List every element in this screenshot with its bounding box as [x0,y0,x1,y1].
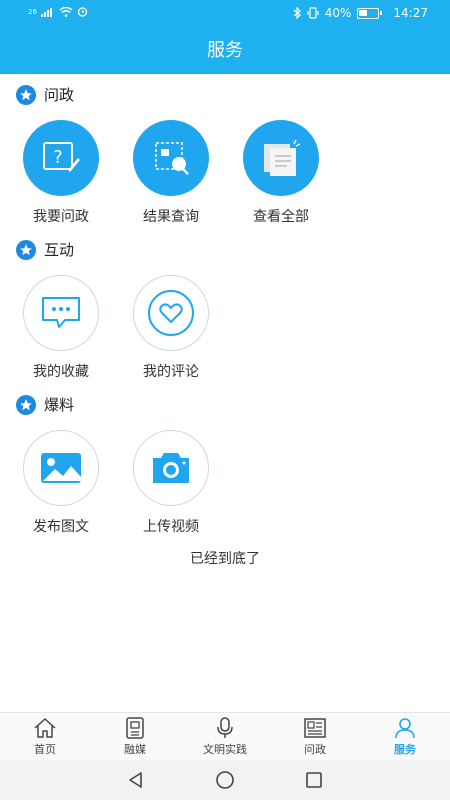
status-right: 40% 14:27 [293,6,428,20]
signal-icon [40,7,52,17]
section-header-baoliao: 爆料 [16,394,74,415]
tab-label: 文明实践 [203,742,247,756]
media-icon [126,716,144,739]
view-all-tile[interactable]: 查看全部 [241,120,321,226]
bluetooth-icon [293,7,301,19]
network-label: 26 [28,7,37,16]
section-header-hudong: 互动 [16,239,74,260]
my-comments-tile[interactable]: 我的评论 [131,275,211,381]
heart-icon [133,275,209,351]
tab-label: 融媒 [124,742,146,756]
tab-label: 服务 [394,742,416,756]
tab-wenzheng[interactable]: 问政 [270,713,360,760]
vibrate-icon [307,7,319,19]
end-of-list-text: 已经到底了 [190,551,260,567]
system-nav-bar [0,760,450,800]
message-bubble-icon [23,275,99,351]
search-document-icon [133,120,209,196]
upload-video-tile[interactable]: 上传视频 [131,430,211,536]
tab-label: 问政 [304,742,326,756]
battery-percent: 40% [324,6,352,20]
tab-service[interactable]: 服务 [360,713,450,760]
ask-question-icon: ? [23,120,99,196]
star-icon [16,239,36,260]
tile-label: 我的收藏 [33,364,89,380]
newspaper-icon [304,717,326,738]
battery-icon [357,7,383,19]
svg-text:?: ? [53,147,63,168]
tile-label: 上传视频 [143,519,199,535]
status-left: 26 [28,6,88,17]
wifi-icon [59,6,73,17]
star-icon [16,84,36,105]
tile-label: 查看全部 [253,209,309,225]
microphone-icon [217,716,233,738]
tile-label: 我要问政 [33,209,89,225]
star-icon [16,394,36,415]
camera-icon [133,430,209,506]
home-icon [34,717,56,738]
tab-civilization-practice[interactable]: 文明实践 [180,713,270,760]
alarm-icon [77,7,88,17]
section-header-wenzheng: 问政 [16,84,74,105]
user-icon [395,717,415,738]
section-title: 问政 [44,86,75,104]
status-bar: 26 40% 14:27 [0,0,450,28]
section-title: 互动 [44,241,75,259]
view-all-documents-icon [243,120,319,196]
post-image-tile[interactable]: 发布图文 [21,430,101,536]
tile-label: 结果查询 [143,209,199,225]
tab-home[interactable]: 首页 [0,713,90,760]
tab-label: 首页 [34,742,56,756]
ask-question-tile[interactable]: ? 我要问政 [21,120,101,226]
section-title: 爆料 [44,396,75,414]
page-title: 服务 [0,28,450,74]
clock: 14:27 [393,6,428,20]
recents-icon[interactable] [305,771,323,789]
tile-label: 我的评论 [143,364,199,380]
my-favorites-tile[interactable]: 我的收藏 [21,275,101,381]
bottom-tab-bar: 首页 融媒 文明实践 问政 服务 [0,712,450,760]
home-circle-icon[interactable] [215,770,235,790]
query-results-tile[interactable]: 结果查询 [131,120,211,226]
back-icon[interactable] [127,771,145,789]
image-icon [23,430,99,506]
tab-media[interactable]: 融媒 [90,713,180,760]
tile-label: 发布图文 [33,519,89,535]
